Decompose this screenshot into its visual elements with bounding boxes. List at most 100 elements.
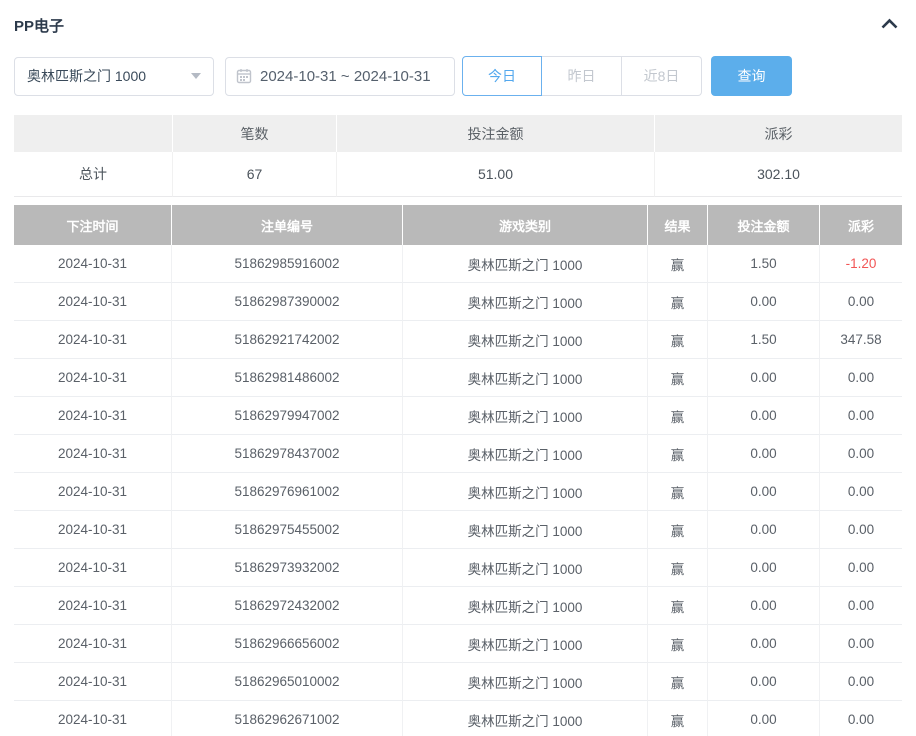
cell-result: 赢 [648,511,708,549]
cell-game-category: 奥林匹斯之门 1000 [403,625,648,663]
cell-bet-amount: 0.00 [708,587,820,625]
table-row: 2024-10-31 51862965010002 奥林匹斯之门 1000 赢 … [14,663,902,701]
cell-result: 赢 [648,397,708,435]
cell-bet-time: 2024-10-31 [14,473,172,511]
cell-bet-time: 2024-10-31 [14,435,172,473]
cell-game-category: 奥林匹斯之门 1000 [403,663,648,701]
cell-result: 赢 [648,473,708,511]
cell-bet-number: 51862921742002 [172,321,403,359]
date-range-value: 2024-10-31 ~ 2024-10-31 [260,68,431,85]
table-row: 2024-10-31 51862979947002 奥林匹斯之门 1000 赢 … [14,397,902,435]
cell-bet-number: 51862973932002 [172,549,403,587]
chevron-up-icon [881,16,898,34]
table-row: 2024-10-31 51862921742002 奥林匹斯之门 1000 赢 … [14,321,902,359]
cell-bet-amount: 1.50 [708,245,820,283]
column-header-bet-time: 下注时间 [14,205,172,245]
cell-bet-time: 2024-10-31 [14,283,172,321]
table-row: 2024-10-31 51862972432002 奥林匹斯之门 1000 赢 … [14,587,902,625]
table-row: 2024-10-31 51862975455002 奥林匹斯之门 1000 赢 … [14,511,902,549]
cell-game-category: 奥林匹斯之门 1000 [403,397,648,435]
cell-bet-number: 51862981486002 [172,359,403,397]
table-header-row: 下注时间 注单编号 游戏类别 结果 投注金额 派彩 [14,205,902,245]
summary-header-count: 笔数 [173,115,337,152]
bet-records-table: 下注时间 注单编号 游戏类别 结果 投注金额 派彩 2024-10-31 518… [14,205,902,736]
cell-bet-amount: 1.50 [708,321,820,359]
cell-result: 赢 [648,283,708,321]
cell-bet-number: 51862975455002 [172,511,403,549]
cell-game-category: 奥林匹斯之门 1000 [403,435,648,473]
cell-payout: 0.00 [820,473,902,511]
column-header-payout: 派彩 [820,205,902,245]
cell-result: 赢 [648,359,708,397]
collapse-button[interactable] [878,14,900,36]
cell-result: 赢 [648,587,708,625]
cell-game-category: 奥林匹斯之门 1000 [403,549,648,587]
cell-payout: 0.00 [820,397,902,435]
cell-result: 赢 [648,549,708,587]
table-body: 2024-10-31 51862985916002 奥林匹斯之门 1000 赢 … [14,245,902,736]
cell-game-category: 奥林匹斯之门 1000 [403,283,648,321]
cell-bet-number: 51862966656002 [172,625,403,663]
cell-bet-amount: 0.00 [708,701,820,736]
page-title: PP电子 [14,15,64,36]
summary-total-label: 总计 [14,152,173,197]
table-row: 2024-10-31 51862987390002 奥林匹斯之门 1000 赢 … [14,283,902,321]
cell-bet-amount: 0.00 [708,473,820,511]
quick-date-button-group: 今日 昨日 近8日 [462,56,702,96]
yesterday-button[interactable]: 昨日 [542,56,622,96]
column-header-bet-amount: 投注金额 [708,205,820,245]
cell-bet-amount: 0.00 [708,283,820,321]
caret-down-icon [191,73,201,79]
cell-payout: 0.00 [820,549,902,587]
cell-bet-time: 2024-10-31 [14,625,172,663]
table-row: 2024-10-31 51862973932002 奥林匹斯之门 1000 赢 … [14,549,902,587]
cell-bet-number: 51862976961002 [172,473,403,511]
cell-result: 赢 [648,245,708,283]
summary-total-count: 67 [173,152,337,197]
table-row: 2024-10-31 51862962671002 奥林匹斯之门 1000 赢 … [14,701,902,736]
table-row: 2024-10-31 51862978437002 奥林匹斯之门 1000 赢 … [14,435,902,473]
cell-bet-number: 51862978437002 [172,435,403,473]
cell-game-category: 奥林匹斯之门 1000 [403,321,648,359]
cell-bet-time: 2024-10-31 [14,701,172,736]
cell-payout: 0.00 [820,663,902,701]
table-row: 2024-10-31 51862966656002 奥林匹斯之门 1000 赢 … [14,625,902,663]
cell-bet-amount: 0.00 [708,625,820,663]
last-8-days-button[interactable]: 近8日 [622,56,702,96]
cell-result: 赢 [648,321,708,359]
cell-bet-amount: 0.00 [708,549,820,587]
cell-game-category: 奥林匹斯之门 1000 [403,587,648,625]
column-header-bet-number: 注单编号 [172,205,403,245]
cell-bet-amount: 0.00 [708,397,820,435]
cell-result: 赢 [648,625,708,663]
query-button[interactable]: 查询 [711,56,792,96]
cell-bet-amount: 0.00 [708,435,820,473]
date-range-picker[interactable]: 2024-10-31 ~ 2024-10-31 [225,57,455,96]
cell-game-category: 奥林匹斯之门 1000 [403,511,648,549]
cell-bet-time: 2024-10-31 [14,245,172,283]
game-select[interactable]: 奥林匹斯之门 1000 [14,57,214,96]
today-button[interactable]: 今日 [462,56,542,96]
cell-bet-amount: 0.00 [708,359,820,397]
cell-bet-time: 2024-10-31 [14,359,172,397]
cell-bet-time: 2024-10-31 [14,549,172,587]
cell-bet-time: 2024-10-31 [14,511,172,549]
cell-payout: 0.00 [820,359,902,397]
summary-header-bet-amount: 投注金额 [337,115,655,152]
cell-bet-time: 2024-10-31 [14,397,172,435]
cell-game-category: 奥林匹斯之门 1000 [403,701,648,736]
cell-result: 赢 [648,701,708,736]
cell-bet-number: 51862979947002 [172,397,403,435]
cell-game-category: 奥林匹斯之门 1000 [403,359,648,397]
cell-game-category: 奥林匹斯之门 1000 [403,245,648,283]
cell-bet-number: 51862962671002 [172,701,403,736]
cell-payout: 0.00 [820,511,902,549]
cell-bet-number: 51862972432002 [172,587,403,625]
cell-payout: 0.00 [820,701,902,736]
filter-bar: 奥林匹斯之门 1000 2024-10-31 ~ 2024-10-31 [14,56,902,96]
summary-total-bet-amount: 51.00 [337,152,655,197]
table-row: 2024-10-31 51862981486002 奥林匹斯之门 1000 赢 … [14,359,902,397]
cell-payout: 0.00 [820,435,902,473]
cell-bet-time: 2024-10-31 [14,663,172,701]
cell-bet-number: 51862987390002 [172,283,403,321]
